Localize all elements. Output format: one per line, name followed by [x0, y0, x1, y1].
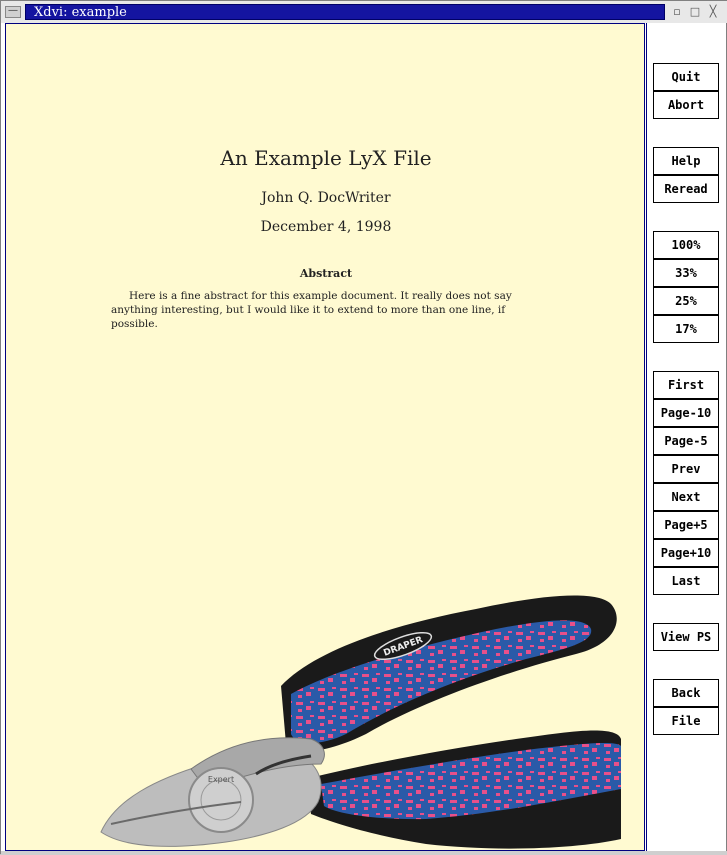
- zoom-100-button[interactable]: 100%: [653, 231, 719, 259]
- window-menu-button[interactable]: —: [5, 6, 21, 18]
- help-button[interactable]: Help: [653, 147, 719, 175]
- page-plus-5-button[interactable]: Page+5: [653, 511, 719, 539]
- titlebar[interactable]: — Xdvi: example ▫ □ ╳: [1, 1, 727, 23]
- abstract-heading: Abstract: [299, 267, 353, 280]
- pliers-image: Expert DRAPER: [100, 595, 621, 849]
- dvi-page-view[interactable]: An Example LyX File John Q. DocWriter De…: [5, 23, 645, 851]
- button-panel: Quit Abort Help Reread 100% 33% 25% 17% …: [646, 23, 726, 851]
- prev-page-button[interactable]: Prev: [653, 455, 719, 483]
- zoom-33-button[interactable]: 33%: [653, 259, 719, 287]
- file-button[interactable]: File: [653, 707, 719, 735]
- titlebar-active[interactable]: Xdvi: example: [25, 4, 665, 20]
- last-page-button[interactable]: Last: [653, 567, 719, 595]
- quit-button[interactable]: Quit: [653, 63, 719, 91]
- abstract-text: Here is a fine abstract for this example…: [111, 290, 512, 330]
- reread-button[interactable]: Reread: [653, 175, 719, 203]
- zoom-25-button[interactable]: 25%: [653, 287, 719, 315]
- document-title: An Example LyX File: [220, 146, 432, 170]
- page-minus-5-button[interactable]: Page-5: [653, 427, 719, 455]
- window-title: Xdvi: example: [34, 5, 127, 20]
- next-page-button[interactable]: Next: [653, 483, 719, 511]
- close-icon[interactable]: ╳: [707, 6, 719, 18]
- page-plus-10-button[interactable]: Page+10: [653, 539, 719, 567]
- abort-button[interactable]: Abort: [653, 91, 719, 119]
- minimize-icon[interactable]: ▫: [671, 6, 683, 18]
- first-page-button[interactable]: First: [653, 371, 719, 399]
- view-ps-button[interactable]: View PS: [653, 623, 719, 651]
- maximize-icon[interactable]: □: [689, 6, 701, 18]
- zoom-17-button[interactable]: 17%: [653, 315, 719, 343]
- back-button[interactable]: Back: [653, 679, 719, 707]
- xdvi-window: — Xdvi: example ▫ □ ╳ An Example LyX Fil…: [0, 0, 727, 855]
- page-minus-10-button[interactable]: Page-10: [653, 399, 719, 427]
- pliers-jaw-text: Expert: [208, 775, 234, 784]
- window-menu-icon: —: [8, 5, 18, 16]
- document-author: John Q. DocWriter: [261, 190, 391, 206]
- document-date: December 4, 1998: [260, 219, 392, 235]
- window-bottom-border: [1, 851, 727, 855]
